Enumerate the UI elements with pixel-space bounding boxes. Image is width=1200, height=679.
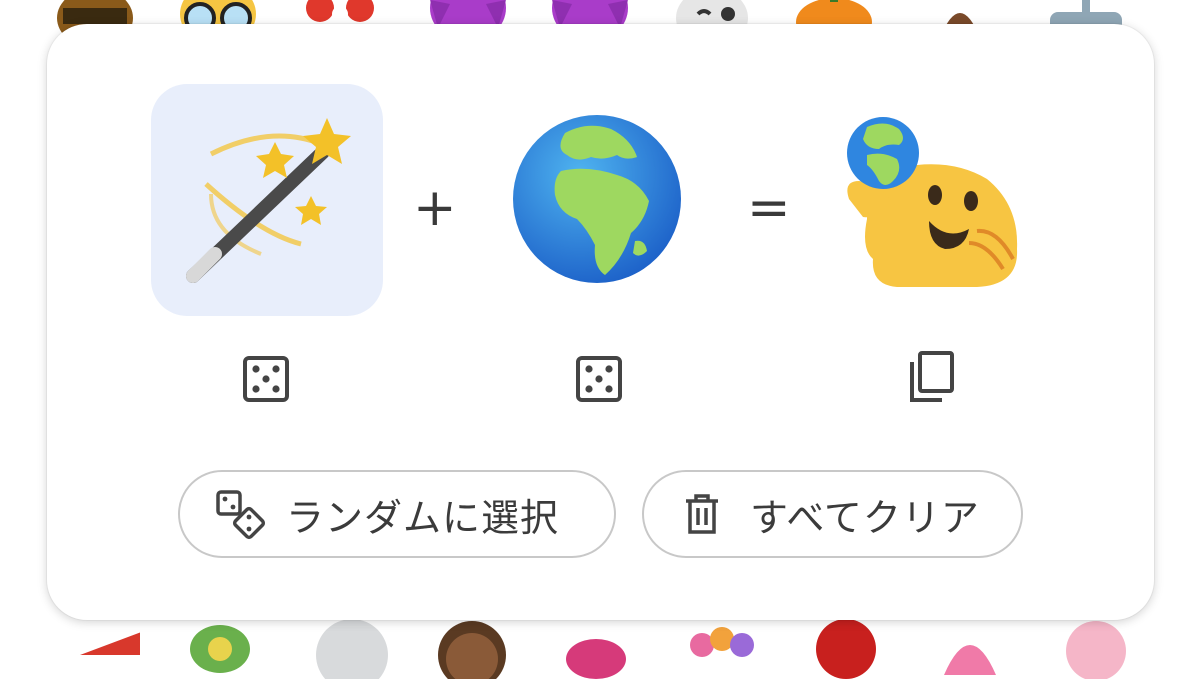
moon-emoji <box>316 619 388 679</box>
plus-sign: + <box>413 178 457 238</box>
magic-wand-emoji <box>186 118 351 283</box>
left-emoji-slot[interactable] <box>151 84 383 316</box>
dice-icon <box>576 356 622 402</box>
lips-emoji <box>566 639 626 679</box>
red-heart-emoji <box>80 632 140 655</box>
clear-all-button[interactable]: すべてクリア <box>642 470 1023 558</box>
middle-emoji-slot[interactable] <box>507 109 687 289</box>
tulip-emoji <box>944 645 996 675</box>
copy-icon <box>910 351 954 402</box>
result-emoji[interactable] <box>837 109 1027 299</box>
cherry-blossom-emoji <box>1066 621 1126 679</box>
equals-sign: = <box>747 178 791 238</box>
rose-emoji <box>816 619 876 679</box>
random-middle-emoji-button[interactable] <box>572 352 626 406</box>
hugging-face-with-globe-emoji <box>847 117 1018 287</box>
globe-europe-africa-emoji <box>513 115 681 283</box>
random-select-label: ランダムに選択 <box>286 495 560 540</box>
copy-result-button[interactable] <box>904 350 958 404</box>
two-dice-icon <box>214 486 270 542</box>
bouquet-emoji <box>690 627 754 657</box>
virus-emoji <box>190 625 250 673</box>
dice-icon <box>243 356 289 402</box>
random-left-emoji-button[interactable] <box>239 352 293 406</box>
clear-all-label: すべてクリア <box>750 495 980 540</box>
background-emoji-row-bottom <box>0 615 1200 679</box>
random-select-button[interactable]: ランダムに選択 <box>178 470 616 558</box>
trash-icon <box>674 486 730 542</box>
emoji-kitchen-card: + = ランダムに選択 すべてクリア <box>47 24 1154 620</box>
person-emoji <box>438 621 506 679</box>
